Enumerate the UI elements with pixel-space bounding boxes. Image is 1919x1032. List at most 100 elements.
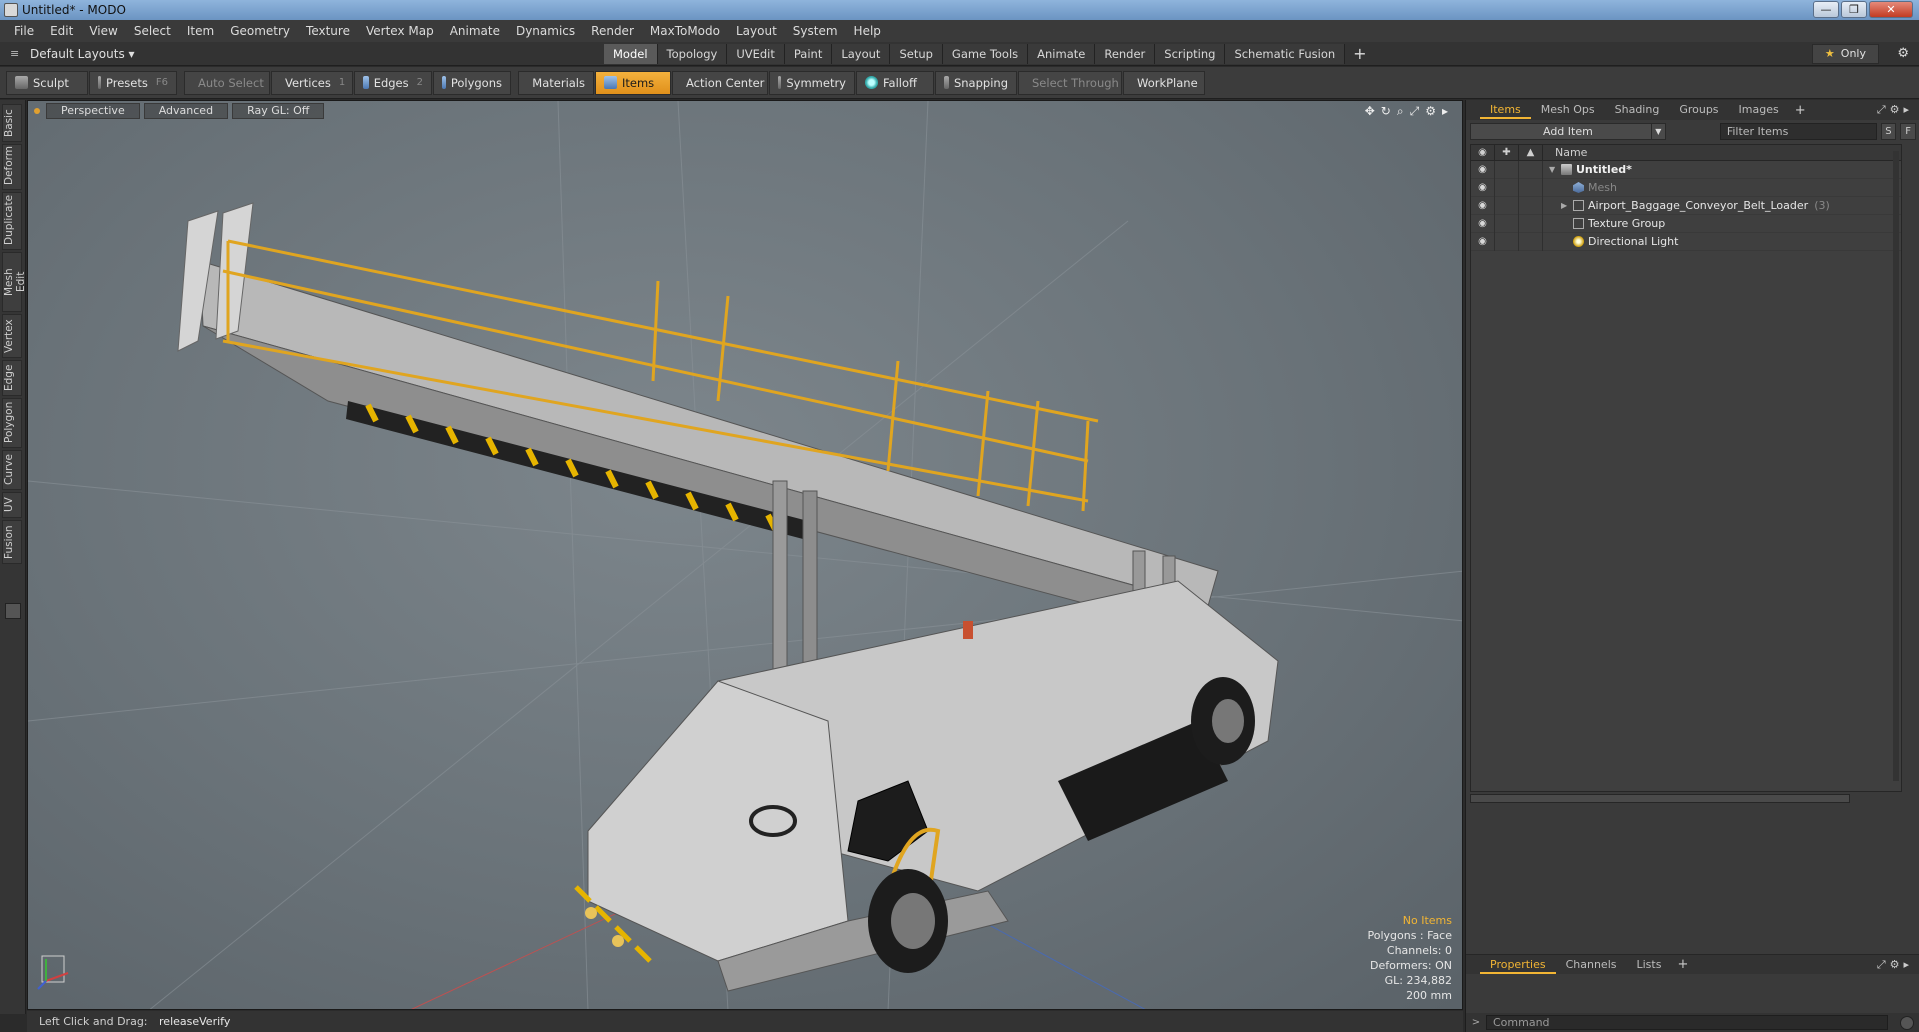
add-tab-button[interactable]: + (1345, 44, 1374, 64)
tab-game-tools[interactable]: Game Tools (942, 44, 1029, 64)
tree-row[interactable]: ◉ Texture Group (1471, 214, 1901, 233)
tab-channels[interactable]: Channels (1556, 956, 1627, 974)
tree-scrollbar[interactable] (1893, 151, 1899, 781)
tab-animate[interactable]: Animate (1028, 44, 1096, 64)
f-toggle-button[interactable]: F (1900, 122, 1916, 140)
eye-icon[interactable]: ◉ (1471, 232, 1495, 251)
tree-horizontal-scrollbar[interactable] (1470, 794, 1850, 803)
menu-edit[interactable]: Edit (42, 20, 81, 42)
tab-model[interactable]: Model (604, 44, 658, 64)
vtab-basic[interactable]: Basic (2, 104, 22, 142)
tree-row[interactable]: ◉ Directional Light (1471, 232, 1901, 251)
menu-file[interactable]: File (6, 20, 42, 42)
falloff-button[interactable]: Falloff (856, 70, 934, 95)
expand-down-icon[interactable]: ▼ (1549, 165, 1561, 174)
eye-icon[interactable]: ◉ (1471, 178, 1495, 197)
add-props-tab-button[interactable]: + (1671, 957, 1694, 972)
panel-window-icons[interactable]: ⤢⚙▸ (1877, 103, 1913, 117)
viewport-more-icon[interactable]: ▸ (1442, 104, 1448, 119)
menu-system[interactable]: System (785, 20, 846, 42)
zoom-icon[interactable]: ⌕ (1397, 104, 1404, 119)
shading-mode-button[interactable]: Advanced (143, 103, 229, 119)
select-through-button[interactable]: Select Through (1018, 70, 1122, 95)
layout-menu-icon[interactable]: ≡ (10, 47, 22, 60)
filter-items-input[interactable]: Filter Items (1719, 122, 1877, 140)
minimize-button[interactable]: — (1813, 1, 1839, 18)
polygons-button[interactable]: Polygons (433, 70, 511, 95)
tab-groups[interactable]: Groups (1669, 101, 1728, 119)
eye-icon[interactable]: ◉ (1471, 160, 1495, 179)
add-panel-tab-button[interactable]: + (1789, 103, 1812, 118)
render-column-icon[interactable]: ▲ (1519, 144, 1543, 161)
menu-maxtomodo[interactable]: MaxToModo (642, 20, 728, 42)
tab-scripting[interactable]: Scripting (1155, 44, 1226, 64)
tab-mesh-ops[interactable]: Mesh Ops (1531, 101, 1605, 119)
items-button[interactable]: Items (595, 70, 671, 95)
menu-render[interactable]: Render (583, 20, 642, 42)
vtab-mesh-edit[interactable]: Mesh Edit (2, 252, 27, 312)
viewport-settings-icon[interactable]: ⚙ (1425, 104, 1436, 119)
menu-texture[interactable]: Texture (298, 20, 358, 42)
rotate-icon[interactable]: ↻ (1381, 104, 1391, 119)
tab-render[interactable]: Render (1095, 44, 1156, 64)
materials-button[interactable]: Materials (518, 70, 594, 95)
menu-vertex-map[interactable]: Vertex Map (358, 20, 442, 42)
s-toggle-button[interactable]: S (1880, 122, 1897, 140)
vtab-deform[interactable]: Deform (2, 144, 22, 190)
vtab-duplicate[interactable]: Duplicate (2, 192, 22, 250)
tab-paint[interactable]: Paint (784, 44, 833, 64)
vtab-fusion[interactable]: Fusion (2, 520, 22, 564)
presets-button[interactable]: Presets F6 (89, 70, 177, 95)
lock-column-icon[interactable]: ✚ (1495, 144, 1519, 161)
vtab-curve[interactable]: Curve (2, 450, 22, 490)
record-icon[interactable] (1900, 1015, 1914, 1030)
panel-toggle[interactable] (5, 603, 21, 619)
pan-icon[interactable]: ✥ (1365, 104, 1375, 119)
3d-viewport[interactable]: Perspective Advanced Ray GL: Off ✥ ↻ ⌕ ⤢… (27, 100, 1463, 1010)
vtab-polygon[interactable]: Polygon (2, 398, 22, 448)
tree-row[interactable]: ◉ Mesh (1471, 178, 1901, 197)
vtab-vertex[interactable]: Vertex (2, 314, 22, 358)
close-button[interactable]: ✕ (1869, 1, 1913, 18)
eye-icon[interactable]: ◉ (1471, 214, 1495, 233)
tab-images[interactable]: Images (1729, 101, 1789, 119)
only-button[interactable]: ★ Only (1811, 44, 1879, 64)
eye-icon[interactable]: ◉ (1471, 196, 1495, 215)
menu-layout[interactable]: Layout (728, 20, 785, 42)
tab-uvedit[interactable]: UVEdit (727, 44, 785, 64)
tree-row[interactable]: ◉ ▶ Airport_Baggage_Conveyor_Belt_Loader… (1471, 196, 1901, 215)
edges-button[interactable]: Edges 2 (354, 70, 432, 95)
add-item-button[interactable]: Add Item ▼ (1470, 122, 1666, 140)
visibility-column-icon[interactable]: ◉ (1471, 144, 1495, 161)
action-center-button[interactable]: Action Center (672, 70, 768, 95)
view-mode-button[interactable]: Perspective (46, 103, 140, 119)
snapping-button[interactable]: Snapping (935, 70, 1017, 95)
workplane-button[interactable]: WorkPlane (1123, 70, 1205, 95)
vtab-uv[interactable]: UV (2, 492, 22, 518)
tab-setup[interactable]: Setup (890, 44, 943, 64)
maximize-button[interactable]: ❐ (1841, 1, 1867, 18)
raygl-button[interactable]: Ray GL: Off (232, 103, 325, 119)
vtab-edge[interactable]: Edge (2, 360, 22, 396)
tab-topology[interactable]: Topology (657, 44, 728, 64)
tree-row[interactable]: ◉ ▼ Untitled* (1471, 160, 1901, 179)
tab-lists[interactable]: Lists (1627, 956, 1672, 974)
menu-item[interactable]: Item (179, 20, 222, 42)
tab-layout[interactable]: Layout (832, 44, 891, 64)
tab-schematic-fusion[interactable]: Schematic Fusion (1225, 44, 1346, 64)
menu-dynamics[interactable]: Dynamics (508, 20, 583, 42)
sculpt-button[interactable]: Sculpt (6, 70, 88, 95)
menu-help[interactable]: Help (846, 20, 889, 42)
maximize-view-icon[interactable]: ⤢ (1410, 104, 1420, 119)
tab-shading[interactable]: Shading (1605, 101, 1670, 119)
props-window-icons[interactable]: ⤢⚙▸ (1877, 958, 1913, 972)
auto-select-button[interactable]: Auto Select (184, 70, 270, 95)
expand-right-icon[interactable]: ▶ (1561, 201, 1573, 210)
menu-geometry[interactable]: Geometry (222, 20, 298, 42)
tab-items[interactable]: Items (1480, 101, 1531, 119)
menu-animate[interactable]: Animate (442, 20, 508, 42)
symmetry-button[interactable]: Symmetry (769, 70, 855, 95)
layout-selector[interactable]: Default Layouts ▾ (30, 47, 135, 61)
menu-view[interactable]: View (81, 20, 125, 42)
vertices-button[interactable]: Vertices 1 (271, 70, 353, 95)
